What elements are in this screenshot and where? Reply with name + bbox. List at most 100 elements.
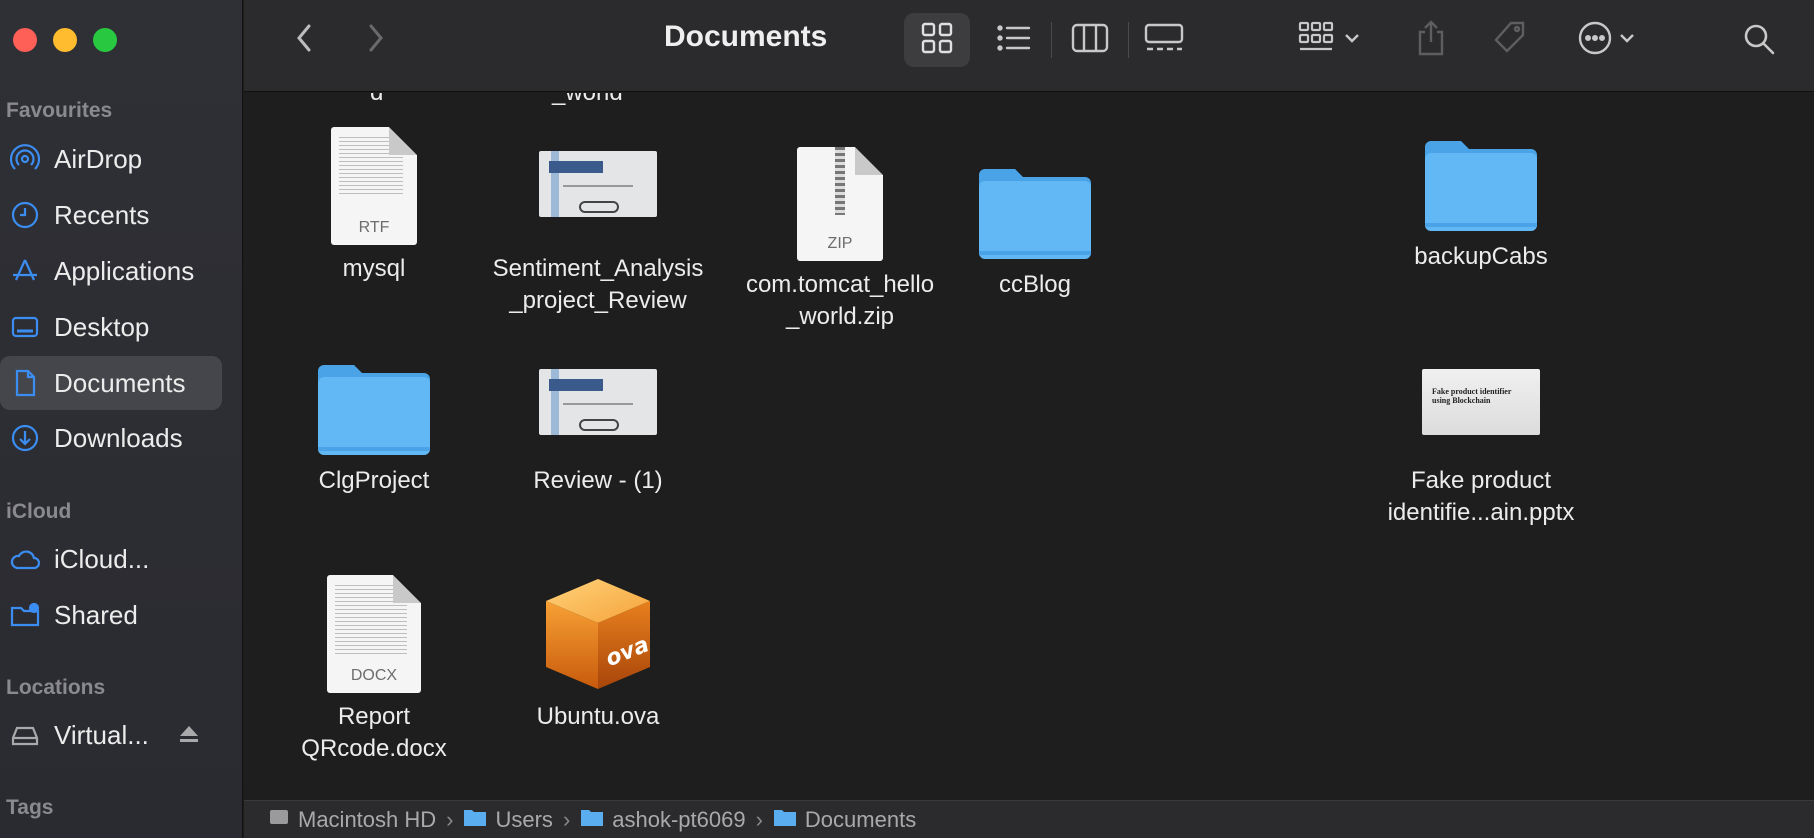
window-controls: [13, 28, 117, 52]
file-item-backupcabs[interactable]: backupCabs: [1406, 123, 1556, 273]
back-button[interactable]: [284, 20, 324, 60]
more-actions-button[interactable]: [1566, 13, 1646, 67]
breadcrumb-macintosh-hd[interactable]: Macintosh HD: [268, 806, 436, 834]
breadcrumb-documents[interactable]: Documents: [773, 807, 916, 833]
breadcrumb-label: Users: [495, 806, 553, 832]
breadcrumb-users[interactable]: Users: [463, 806, 553, 833]
file-item-tomcat-zip[interactable]: ZIP com.tomcat_hello_world.zip: [730, 139, 950, 333]
eject-icon[interactable]: [178, 724, 200, 749]
ellipsis-circle-icon: [1577, 20, 1613, 61]
gallery-icon: [1144, 23, 1184, 58]
airdrop-icon: [9, 143, 41, 175]
file-name: mysql: [342, 255, 406, 282]
tag-button[interactable]: [1484, 13, 1534, 67]
close-window-button[interactable]: [13, 28, 37, 52]
folder-icon: [773, 807, 797, 833]
shared-folder-icon: [9, 599, 41, 631]
minimize-window-button[interactable]: [53, 28, 77, 52]
sidebar-item-airdrop[interactable]: AirDrop: [0, 132, 222, 186]
hard-drive-icon: [268, 806, 290, 834]
file-item-mysql[interactable]: RTF mysql: [304, 123, 444, 285]
view-columns-button[interactable]: [1060, 13, 1120, 67]
file-item-fake-product-pptx[interactable]: Fake product identifier using Blockchain…: [1366, 347, 1596, 529]
folder-icon: [318, 365, 430, 455]
list-icon: [996, 23, 1032, 58]
forward-button[interactable]: [356, 20, 396, 60]
file-item-ubuntu-ova[interactable]: ova Ubuntu.ova: [508, 571, 688, 733]
home-folder-icon: [580, 807, 604, 833]
file-item-report-qrcode[interactable]: DOCX Report QRcode.docx: [301, 571, 447, 765]
cutoff-file-label: d: [370, 93, 383, 107]
folder-icon: [979, 169, 1091, 259]
sidebar-item-documents[interactable]: Documents: [0, 356, 222, 410]
toolbar: Documents: [244, 0, 1814, 92]
search-button[interactable]: [1734, 16, 1784, 66]
breadcrumb-label: ashok-pt6069: [612, 806, 746, 832]
download-icon: [9, 422, 41, 454]
group-by-button[interactable]: [1289, 13, 1369, 67]
group-grid-icon: [1298, 21, 1338, 60]
file-name: com.tomcat_hello_world.zip: [745, 271, 935, 330]
sidebar-section-locations: Locations: [6, 676, 106, 699]
file-name: Sentiment_Analysis_project_Review: [492, 255, 704, 314]
view-icons-button[interactable]: [904, 13, 970, 67]
chevron-right-icon: ›: [562, 806, 571, 832]
file-item-ccblog[interactable]: ccBlog: [970, 155, 1100, 301]
file-name: Report QRcode.docx: [301, 703, 447, 762]
cutoff-file-label: _world: [552, 93, 623, 107]
presentation-thumbnail-icon: Fake product identifier using Blockchain: [1422, 369, 1540, 435]
sidebar-item-label: Shared: [54, 599, 138, 630]
share-icon: [1416, 19, 1446, 61]
chevron-right-icon: ›: [755, 806, 763, 832]
file-name: Fake product identifie...ain.pptx: [1387, 467, 1575, 526]
sidebar-item-shared[interactable]: Shared: [0, 588, 222, 642]
chevron-left-icon: [294, 22, 314, 59]
file-name: ClgProject: [318, 467, 430, 494]
chevron-down-icon: [1619, 31, 1635, 49]
sidebar-item-label: iCloud...: [54, 543, 150, 574]
chevron-down-icon: [1344, 31, 1360, 49]
file-item-sentiment-review[interactable]: Sentiment_Analysis_project_Review: [478, 123, 718, 317]
file-name: backupCabs: [1414, 243, 1548, 270]
sidebar-section-icloud: iCloud: [6, 500, 72, 523]
grid-icon: [920, 21, 954, 60]
sidebar-item-label: Applications: [54, 255, 195, 286]
file-name: ccBlog: [998, 271, 1072, 298]
file-grid: d _world RTF mysql Sentiment_Analysis_pr…: [244, 93, 1814, 800]
sidebar-item-label: Downloads: [54, 422, 183, 453]
zip-archive-icon: ZIP: [797, 147, 883, 261]
cloud-icon: [9, 543, 41, 575]
clock-icon: [9, 199, 41, 231]
view-gallery-button[interactable]: [1134, 13, 1194, 67]
chevron-right-icon: [366, 22, 386, 59]
chevron-right-icon: ›: [446, 806, 454, 832]
tag-icon: [1491, 20, 1527, 61]
sidebar-item-desktop[interactable]: Desktop: [0, 300, 222, 354]
sidebar-section-favourites: Favourites: [6, 99, 113, 122]
breadcrumb-home[interactable]: ashok-pt6069: [580, 806, 746, 833]
sidebar-item-downloads[interactable]: Downloads: [0, 411, 222, 465]
share-button[interactable]: [1406, 13, 1456, 67]
file-item-review-1[interactable]: Review - (1): [498, 347, 698, 497]
folder-icon: [1425, 141, 1537, 231]
view-list-button[interactable]: [984, 13, 1044, 67]
sidebar-item-label: Documents: [54, 367, 186, 398]
sidebar-item-icloud-drive[interactable]: iCloud...: [0, 532, 222, 586]
sidebar-item-label: Desktop: [54, 311, 150, 342]
zoom-window-button[interactable]: [93, 28, 117, 52]
applications-icon: [9, 255, 41, 287]
presentation-thumbnail-icon: [539, 151, 657, 217]
sidebar-item-label: Virtual...: [54, 719, 149, 750]
file-name: Ubuntu.ova: [536, 703, 660, 730]
document-icon: [9, 367, 41, 399]
breadcrumb-label: Documents: [804, 806, 917, 832]
file-item-clgproject[interactable]: ClgProject: [299, 347, 449, 497]
sidebar-item-recents[interactable]: Recents: [0, 188, 222, 242]
file-name: Review - (1): [533, 467, 663, 494]
path-bar: Macintosh HD › Users › ashok-pt6069 › Do…: [244, 800, 1814, 838]
sidebar: Favourites AirDrop Recents Applications …: [0, 0, 243, 838]
sidebar-item-applications[interactable]: Applications: [0, 244, 222, 298]
breadcrumb-label: Macintosh HD: [298, 806, 437, 832]
sidebar-item-label: AirDrop: [54, 143, 143, 174]
rtf-document-icon: RTF: [331, 127, 417, 245]
